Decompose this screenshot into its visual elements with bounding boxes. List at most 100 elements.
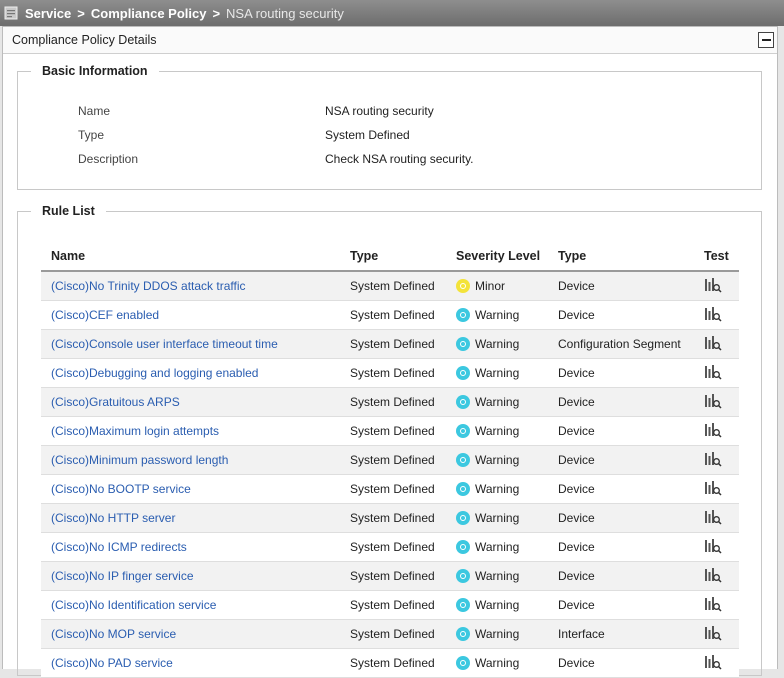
test-icon[interactable] bbox=[704, 451, 722, 467]
test-cell bbox=[694, 532, 739, 562]
test-icon[interactable] bbox=[704, 422, 722, 438]
test-icon[interactable] bbox=[704, 306, 722, 322]
severity-cell: Warning bbox=[446, 474, 548, 504]
column-header-severity[interactable]: Severity Level bbox=[446, 241, 548, 272]
test-icon[interactable] bbox=[704, 654, 722, 670]
severity-icon bbox=[456, 279, 470, 293]
test-cell bbox=[694, 271, 739, 301]
test-cell bbox=[694, 474, 739, 504]
table-row: (Cisco)CEF enabled System Defined Warnin… bbox=[41, 300, 739, 330]
severity: Warning bbox=[456, 366, 548, 380]
target-type-cell: Device bbox=[548, 358, 694, 388]
rule-name-link[interactable]: (Cisco)No MOP service bbox=[51, 627, 176, 641]
rule-type-cell: System Defined bbox=[340, 474, 446, 504]
rule-name-cell: (Cisco)CEF enabled bbox=[41, 300, 340, 330]
severity-icon bbox=[456, 337, 470, 351]
collapse-button[interactable] bbox=[758, 32, 774, 48]
rule-type-cell: System Defined bbox=[340, 387, 446, 417]
test-icon[interactable] bbox=[704, 277, 722, 293]
panel-header: Compliance Policy Details bbox=[3, 27, 777, 54]
rule-name-cell: (Cisco)Maximum login attempts bbox=[41, 416, 340, 446]
rule-name-link[interactable]: (Cisco)No ICMP redirects bbox=[51, 540, 187, 554]
test-icon[interactable] bbox=[704, 567, 722, 583]
table-row: (Cisco)No BOOTP service System Defined W… bbox=[41, 474, 739, 504]
test-icon[interactable] bbox=[704, 509, 722, 525]
severity: Warning bbox=[456, 453, 548, 467]
severity-label: Warning bbox=[475, 395, 520, 409]
target-type-cell: Device bbox=[548, 416, 694, 446]
breadcrumb: Service > Compliance Policy > NSA routin… bbox=[0, 0, 784, 26]
rule-name-link[interactable]: (Cisco)No HTTP server bbox=[51, 511, 175, 525]
rule-name-cell: (Cisco)No Trinity DDOS attack traffic bbox=[41, 271, 340, 301]
info-label: Description bbox=[78, 152, 139, 166]
minus-icon bbox=[761, 39, 771, 41]
rule-name-link[interactable]: (Cisco)Maximum login attempts bbox=[51, 424, 219, 438]
target-type-cell: Device bbox=[548, 590, 694, 620]
test-cell bbox=[694, 561, 739, 591]
test-icon[interactable] bbox=[704, 538, 722, 554]
rule-type-cell: System Defined bbox=[340, 619, 446, 649]
severity-label: Warning bbox=[475, 569, 520, 583]
target-type-cell: Device bbox=[548, 648, 694, 678]
rule-name-link[interactable]: (Cisco)Gratuitous ARPS bbox=[51, 395, 180, 409]
target-type-cell: Device bbox=[548, 532, 694, 562]
rule-name-link[interactable]: (Cisco)Debugging and logging enabled bbox=[51, 366, 258, 380]
test-icon[interactable] bbox=[704, 364, 722, 380]
breadcrumb-separator: > bbox=[212, 5, 221, 21]
table-row: (Cisco)No IP finger service System Defin… bbox=[41, 561, 739, 591]
severity-label: Warning bbox=[475, 540, 520, 554]
rule-name-cell: (Cisco)Minimum password length bbox=[41, 445, 340, 475]
rule-name-link[interactable]: (Cisco)No Identification service bbox=[51, 598, 216, 612]
test-icon[interactable] bbox=[704, 335, 722, 351]
severity-label: Warning bbox=[475, 482, 520, 496]
table-row: (Cisco)Debugging and logging enabled Sys… bbox=[41, 358, 739, 388]
test-cell bbox=[694, 387, 739, 417]
severity: Warning bbox=[456, 540, 548, 554]
target-type-cell: Configuration Segment bbox=[548, 329, 694, 359]
target-type-cell: Device bbox=[548, 300, 694, 330]
rule-name-cell: (Cisco)No BOOTP service bbox=[41, 474, 340, 504]
rule-rows: (Cisco)No Trinity DDOS attack traffic Sy… bbox=[41, 271, 739, 678]
rule-type-cell: System Defined bbox=[340, 532, 446, 562]
rule-name-link[interactable]: (Cisco)Console user interface timeout ti… bbox=[51, 337, 278, 351]
rule-name-cell: (Cisco)No IP finger service bbox=[41, 561, 340, 591]
target-type-cell: Device bbox=[548, 503, 694, 533]
column-header-type[interactable]: Type bbox=[340, 241, 446, 272]
severity-cell: Minor bbox=[446, 271, 548, 301]
severity-cell: Warning bbox=[446, 590, 548, 620]
severity-icon bbox=[456, 482, 470, 496]
table-header-row: Name Type Severity Level Type Test bbox=[41, 241, 739, 272]
severity-cell: Warning bbox=[446, 358, 548, 388]
rule-name-link[interactable]: (Cisco)CEF enabled bbox=[51, 308, 159, 322]
target-type-cell: Device bbox=[548, 474, 694, 504]
column-header-target-type[interactable]: Type bbox=[548, 241, 694, 272]
severity-label: Warning bbox=[475, 453, 520, 467]
test-icon[interactable] bbox=[704, 393, 722, 409]
policy-details-panel: Compliance Policy Details Basic Informat… bbox=[2, 26, 778, 678]
test-cell bbox=[694, 503, 739, 533]
rule-name-cell: (Cisco)No MOP service bbox=[41, 619, 340, 649]
column-header-name[interactable]: Name bbox=[41, 241, 340, 272]
info-row-description: Description Check NSA routing security. bbox=[78, 147, 678, 171]
breadcrumb-compliance-policy-link[interactable]: Compliance Policy bbox=[91, 6, 207, 21]
rule-name-link[interactable]: (Cisco)No Trinity DDOS attack traffic bbox=[51, 279, 245, 293]
test-icon[interactable] bbox=[704, 625, 722, 641]
severity-cell: Warning bbox=[446, 532, 548, 562]
rule-name-link[interactable]: (Cisco)No IP finger service bbox=[51, 569, 194, 583]
rule-name-link[interactable]: (Cisco)No BOOTP service bbox=[51, 482, 191, 496]
severity: Warning bbox=[456, 308, 548, 322]
test-icon[interactable] bbox=[704, 596, 722, 612]
severity: Warning bbox=[456, 424, 548, 438]
table-row: (Cisco)Console user interface timeout ti… bbox=[41, 329, 739, 359]
test-icon[interactable] bbox=[704, 480, 722, 496]
severity-icon bbox=[456, 366, 470, 380]
table-row: (Cisco)Minimum password length System De… bbox=[41, 445, 739, 475]
severity-cell: Warning bbox=[446, 561, 548, 591]
test-cell bbox=[694, 619, 739, 649]
severity-cell: Warning bbox=[446, 300, 548, 330]
test-cell bbox=[694, 590, 739, 620]
target-type-cell: Device bbox=[548, 561, 694, 591]
breadcrumb-service-link[interactable]: Service bbox=[25, 6, 71, 21]
rule-name-link[interactable]: (Cisco)Minimum password length bbox=[51, 453, 228, 467]
rule-name-cell: (Cisco)No HTTP server bbox=[41, 503, 340, 533]
